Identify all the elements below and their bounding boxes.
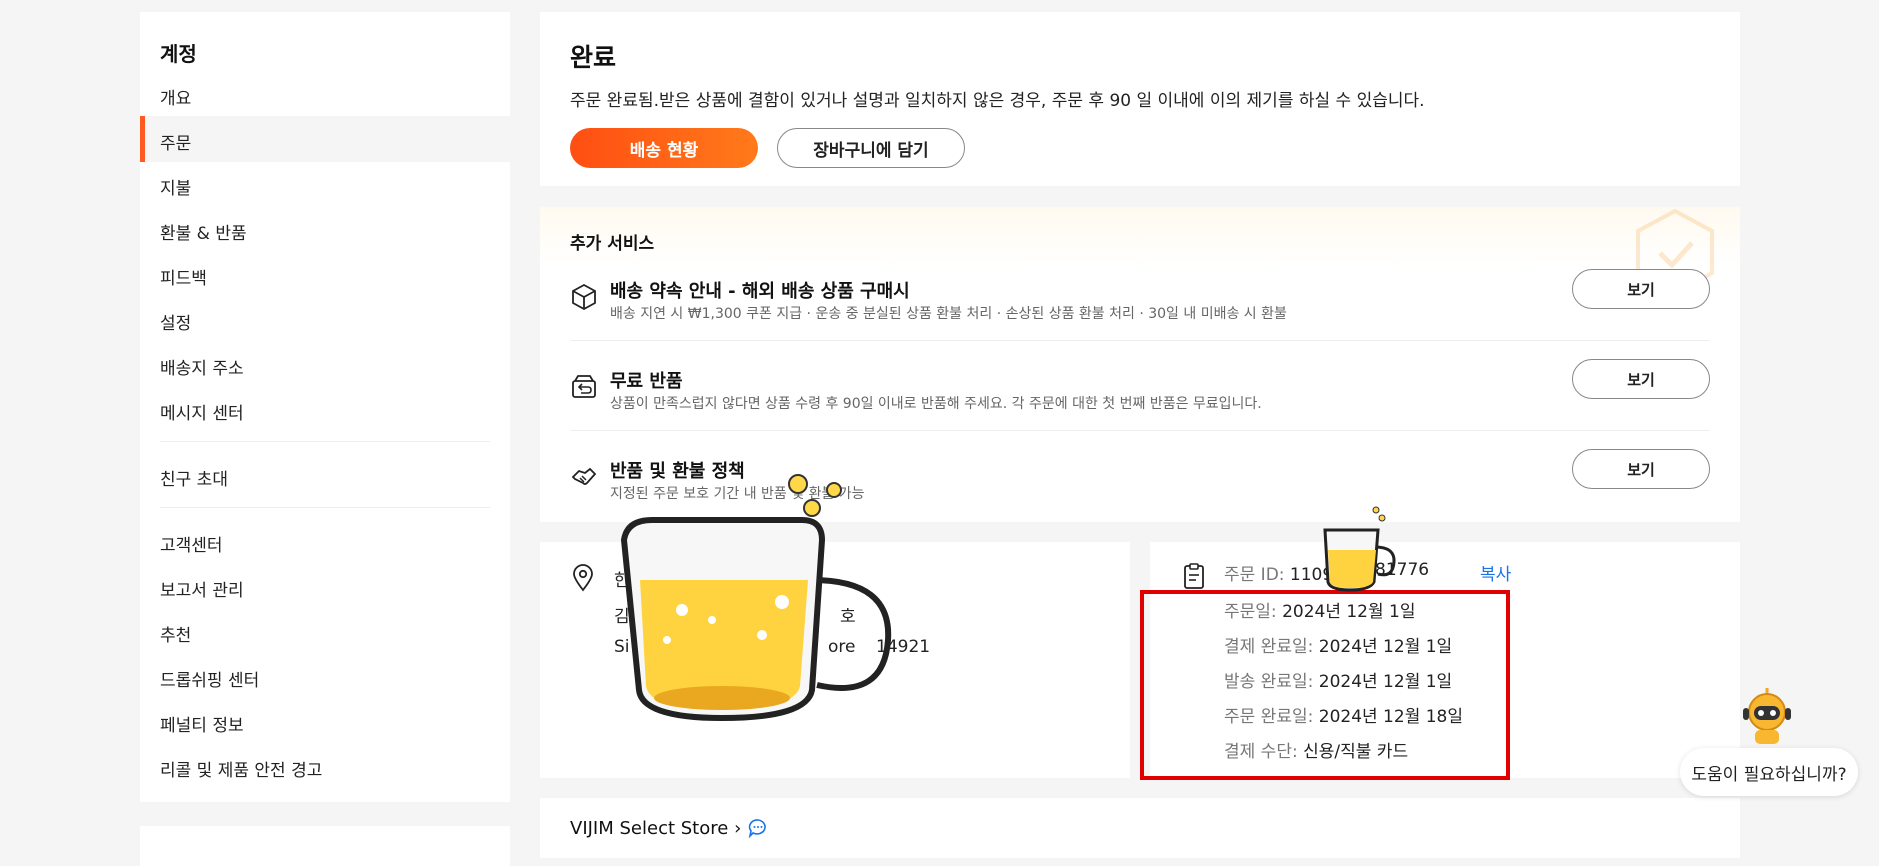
- sidebar-item-overview[interactable]: 개요: [160, 84, 191, 109]
- chat-icon[interactable]: [748, 818, 768, 838]
- services-heading: 추가 서비스: [570, 234, 655, 254]
- sidebar-title: 계정: [160, 42, 197, 66]
- service-description: 배송 지연 시 ₩1,300 쿠폰 지급 · 운송 중 분실된 상품 환불 처리…: [610, 306, 1287, 322]
- assistant-mascot-icon[interactable]: [1740, 686, 1794, 746]
- sidebar-item-orders[interactable]: 주문: [160, 129, 191, 154]
- sidebar-item-feedback[interactable]: 피드백: [160, 264, 207, 289]
- service-description: 상품이 만족스럽지 않다면 상품 수령 후 90일 이내로 반품해 주세요. 각…: [610, 396, 1262, 412]
- highlight-box: [1140, 590, 1510, 780]
- status-title: 완료: [570, 43, 617, 72]
- copy-order-id-link[interactable]: 복사: [1480, 560, 1511, 585]
- service-divider: [570, 430, 1710, 431]
- sidebar-item-reports[interactable]: 보고서 관리: [160, 576, 244, 601]
- add-to-cart-button[interactable]: 장바구니에 담기: [777, 128, 965, 168]
- service-delivery-promise: 배송 약속 안내 - 해외 배송 상품 구매시 배송 지연 시 ₩1,300 쿠…: [570, 269, 1710, 365]
- beer-mug-icon: [620, 474, 892, 722]
- order-status-panel: 완료 주문 완료됨.받은 상품에 결함이 있거나 설명과 일치하지 않은 경우,…: [540, 12, 1740, 186]
- service-title: 무료 반품: [610, 371, 683, 392]
- sidebar-active-bg: [140, 116, 510, 162]
- service-title: 배송 약속 안내 - 해외 배송 상품 구매시: [610, 281, 910, 302]
- view-button[interactable]: 보기: [1572, 449, 1710, 489]
- sidebar-active-indicator: [140, 116, 145, 162]
- sidebar-secondary-panel: [140, 826, 510, 866]
- order-id-label: 주문 ID:: [1224, 565, 1285, 585]
- handshake-icon: [571, 467, 597, 485]
- service-free-return: 무료 반품 상품이 만족스럽지 않다면 상품 수령 후 90일 이내로 반품해 …: [570, 359, 1710, 455]
- sidebar-item-settings[interactable]: 설정: [160, 309, 191, 334]
- sidebar-item-recall[interactable]: 리콜 및 제품 안전 경고: [160, 756, 322, 781]
- sidebar-item-invite[interactable]: 친구 초대: [160, 465, 228, 490]
- view-button[interactable]: 보기: [1572, 359, 1710, 399]
- location-pin-icon: [573, 564, 593, 592]
- store-panel: VIJIM Select Store ›: [540, 798, 1740, 858]
- track-shipment-button[interactable]: 배송 현황: [570, 128, 758, 168]
- order-id: 주문 ID: 1109: [1224, 560, 1333, 585]
- sidebar-divider: [160, 507, 490, 508]
- sidebar-item-support[interactable]: 고객센터: [160, 531, 223, 556]
- box-icon: [572, 283, 596, 311]
- account-sidebar: 계정 개요 주문 지불 환불 & 반품 피드백 설정 배송지 주소 메시지 센터…: [140, 12, 510, 802]
- status-description: 주문 완료됨.받은 상품에 결함이 있거나 설명과 일치하지 않은 경우, 주문…: [570, 91, 1425, 111]
- sidebar-item-addresses[interactable]: 배송지 주소: [160, 354, 244, 379]
- beer-mug-small-icon: [1323, 506, 1396, 592]
- chevron-right-icon: ›: [734, 818, 742, 839]
- help-chat-bubble[interactable]: 도움이 필요하십니까?: [1680, 748, 1858, 796]
- sidebar-item-dropshipping[interactable]: 드롭쉬핑 센터: [160, 666, 259, 691]
- sidebar-item-payment[interactable]: 지불: [160, 174, 191, 199]
- sidebar-item-recommend[interactable]: 추천: [160, 621, 191, 646]
- return-box-icon: [572, 375, 596, 398]
- sidebar-item-messages[interactable]: 메시지 센터: [160, 399, 244, 424]
- store-name: VIJIM Select Store: [570, 818, 729, 839]
- service-divider: [570, 340, 1710, 341]
- sidebar-divider: [160, 441, 490, 442]
- view-button[interactable]: 보기: [1572, 269, 1710, 309]
- store-name-link[interactable]: VIJIM Select Store ›: [570, 818, 741, 839]
- sidebar-item-penalty[interactable]: 페널티 정보: [160, 711, 244, 736]
- clipboard-icon: [1184, 563, 1204, 589]
- sidebar-item-refunds[interactable]: 환불 & 반품: [160, 219, 247, 244]
